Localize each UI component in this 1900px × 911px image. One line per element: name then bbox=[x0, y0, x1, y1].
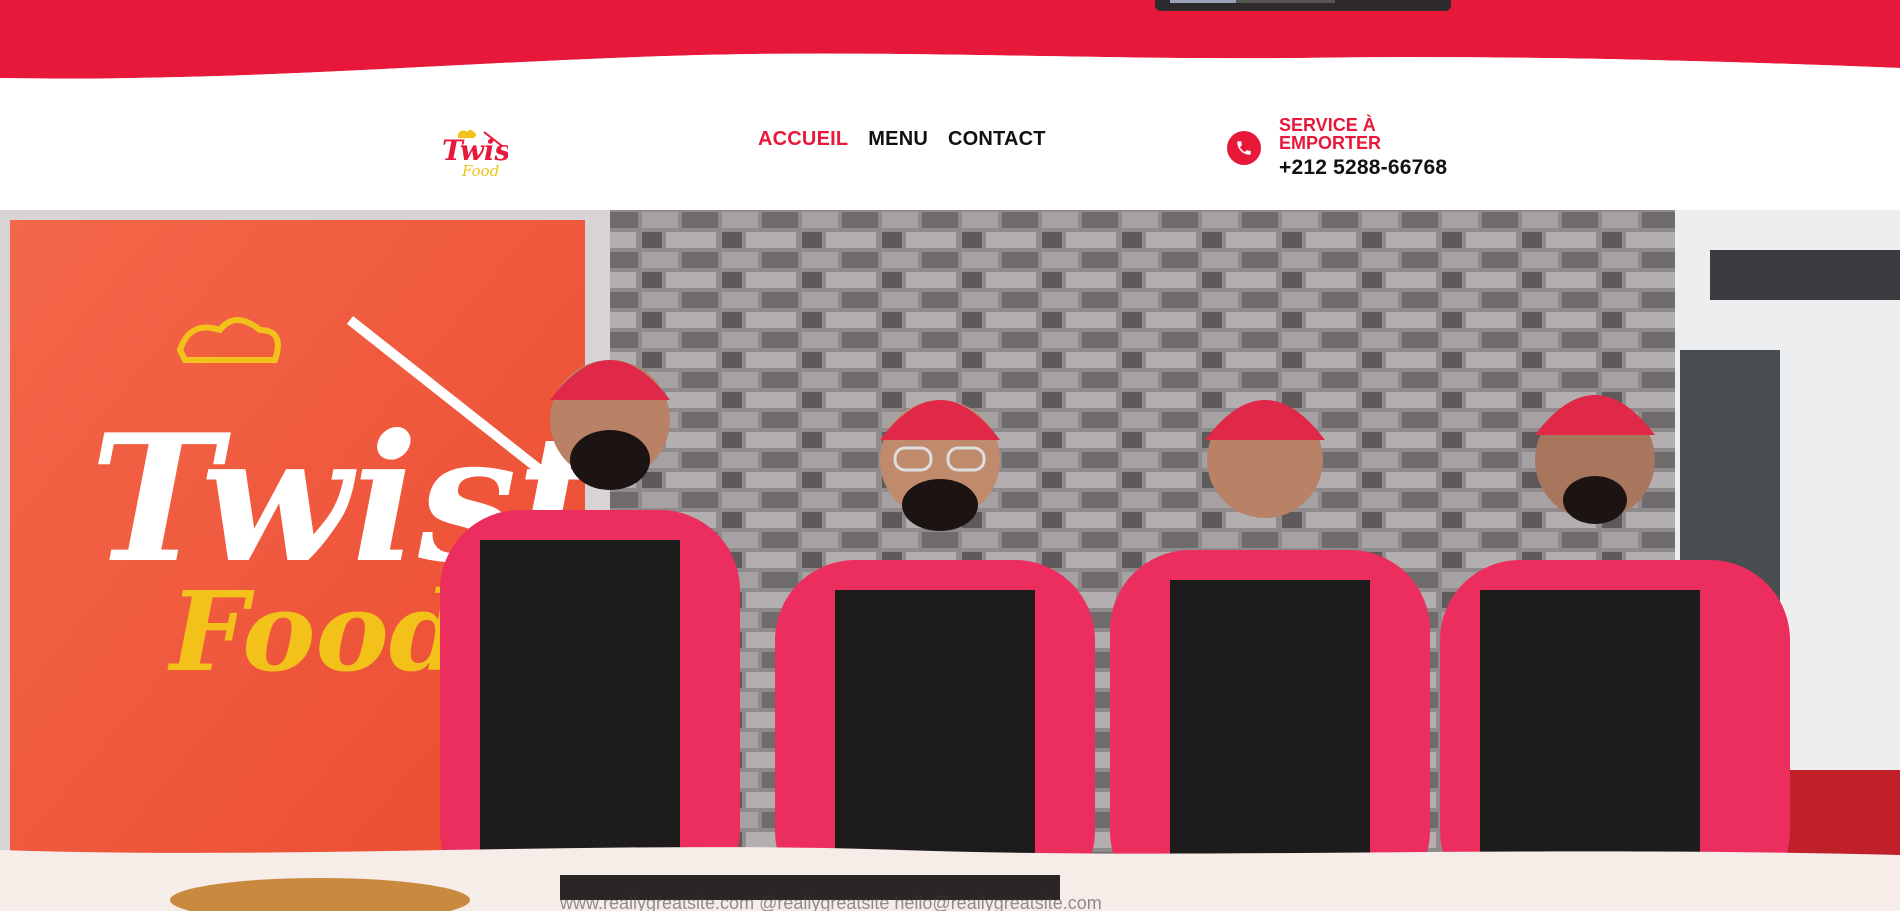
nav-menu[interactable]: MENU bbox=[868, 128, 928, 151]
progress-fill bbox=[1170, 0, 1236, 3]
nav-accueil[interactable]: ACCUEIL bbox=[758, 128, 848, 151]
hero-team-photo: Twist Food bbox=[0, 210, 1900, 911]
sign-brand-line2: Food bbox=[167, 567, 466, 696]
contact-text: SERVICE À EMPORTER +212 5288-66768 bbox=[1279, 116, 1447, 180]
top-notice-bar bbox=[1155, 0, 1451, 11]
progress-track bbox=[1170, 0, 1335, 3]
phone-number[interactable]: +212 5288-66768 bbox=[1279, 156, 1447, 180]
site-header: Twist Food ACCUEIL MENU CONTACT SERVICE … bbox=[0, 90, 1900, 212]
svg-text:Food: Food bbox=[461, 162, 499, 180]
nav-contact[interactable]: CONTACT bbox=[948, 128, 1046, 151]
hero-banner: Twist Food www.reallygreatsite.com @real… bbox=[0, 210, 1900, 911]
twist-food-logo[interactable]: Twist Food bbox=[438, 124, 523, 182]
takeaway-contact[interactable]: SERVICE À EMPORTER +212 5288-66768 bbox=[1227, 116, 1447, 180]
top-red-banner bbox=[0, 0, 1900, 90]
phone-icon bbox=[1227, 131, 1261, 165]
service-label: SERVICE À EMPORTER bbox=[1279, 115, 1382, 153]
hero-watermark-text: www.reallygreatsite.com @reallygreatsite… bbox=[560, 893, 1102, 911]
main-nav: ACCUEIL MENU CONTACT bbox=[758, 128, 1046, 151]
